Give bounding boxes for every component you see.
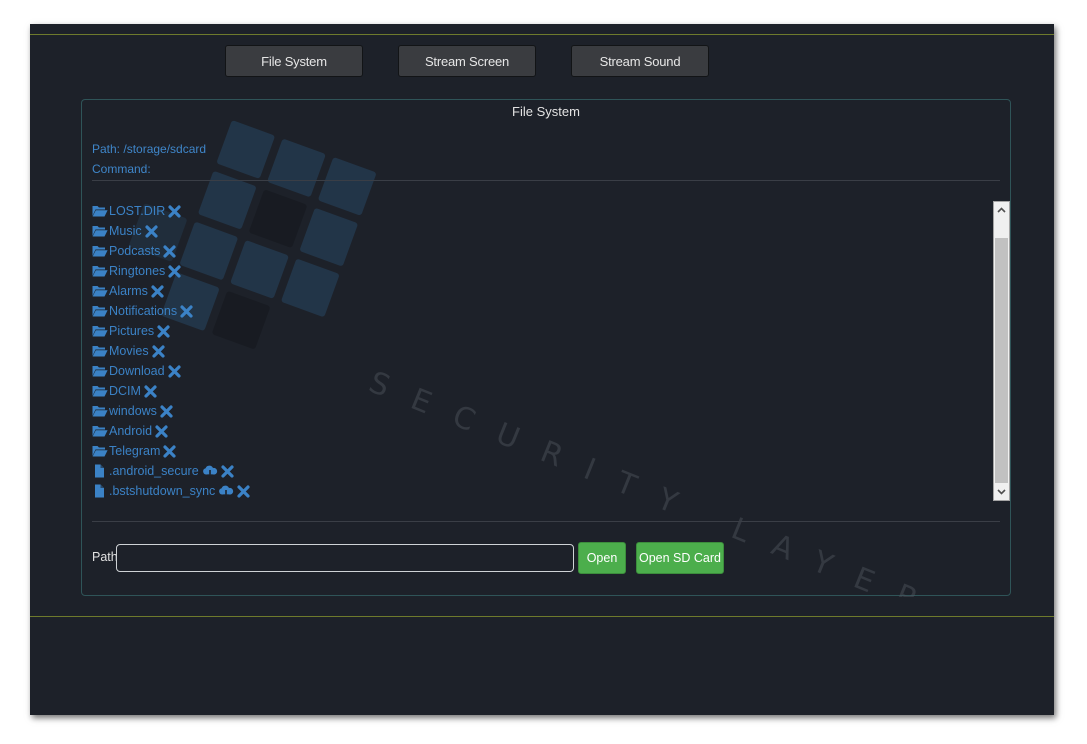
bottom-divider: [30, 616, 1054, 617]
file-name-link[interactable]: Telegram: [109, 444, 160, 458]
scroll-up-arrow[interactable]: [994, 202, 1009, 218]
app-window: File System Stream Screen Stream Sound S…: [30, 24, 1054, 715]
path-input[interactable]: [116, 544, 574, 572]
delete-x-icon[interactable]: [151, 284, 164, 298]
list-item[interactable]: .android_secure: [92, 461, 987, 481]
delete-x-icon[interactable]: [160, 404, 173, 418]
cloud-download-icon[interactable]: [202, 465, 218, 479]
open-button[interactable]: Open: [578, 542, 626, 574]
file-name-link[interactable]: Movies: [109, 344, 149, 358]
path-label: Path: [92, 550, 118, 564]
file-icon: [92, 484, 108, 498]
current-path: Path: /storage/sdcard: [92, 142, 207, 156]
delete-x-icon[interactable]: [163, 244, 177, 258]
command-line: Command:: [92, 162, 151, 176]
file-name-link[interactable]: Android: [109, 424, 152, 438]
folder-open-icon: [92, 204, 108, 218]
delete-x-icon[interactable]: [151, 344, 165, 358]
file-name-link[interactable]: Download: [109, 364, 165, 378]
list-item[interactable]: Pictures: [92, 321, 987, 341]
file-name-link[interactable]: Podcasts: [109, 244, 160, 258]
list-item[interactable]: Alarms: [92, 281, 987, 301]
list-item[interactable]: DCIM: [92, 381, 987, 401]
delete-x-icon[interactable]: [167, 364, 181, 378]
delete-x-icon[interactable]: [221, 464, 234, 478]
folder-open-icon: [92, 284, 108, 298]
file-name-link[interactable]: Notifications: [109, 304, 177, 318]
list-item[interactable]: Android: [92, 421, 987, 441]
open-sd-card-button[interactable]: Open SD Card: [636, 542, 724, 574]
list-item[interactable]: Ringtones: [92, 261, 987, 281]
list-item[interactable]: Download: [92, 361, 987, 381]
list-item[interactable]: windows: [92, 401, 987, 421]
file-name-link[interactable]: Pictures: [109, 324, 154, 338]
delete-x-icon[interactable]: [155, 424, 168, 438]
list-item[interactable]: Podcasts: [92, 241, 987, 261]
file-name-link[interactable]: DCIM: [109, 384, 141, 398]
stream-sound-button[interactable]: Stream Sound: [571, 45, 709, 77]
delete-x-icon[interactable]: [168, 264, 181, 278]
footer-divider: [92, 521, 1000, 522]
folder-open-icon: [92, 444, 108, 458]
delete-x-icon[interactable]: [144, 384, 157, 398]
scroll-down-arrow[interactable]: [994, 484, 1009, 500]
file-name-link[interactable]: .bstshutdown_sync: [109, 484, 215, 498]
list-item[interactable]: Movies: [92, 341, 987, 361]
list-item[interactable]: Music: [92, 221, 987, 241]
folder-open-icon: [92, 324, 108, 338]
delete-x-icon[interactable]: [163, 444, 177, 458]
folder-open-icon: [92, 224, 108, 238]
list-item[interactable]: Telegram: [92, 441, 987, 461]
cloud-download-icon[interactable]: [218, 485, 234, 499]
list-item[interactable]: Notifications: [92, 301, 987, 321]
delete-x-icon[interactable]: [145, 224, 158, 238]
file-name-link[interactable]: Alarms: [109, 284, 148, 298]
file-name-link[interactable]: Music: [109, 224, 142, 238]
folder-open-icon: [92, 404, 108, 418]
list-item[interactable]: .bstshutdown_sync: [92, 481, 987, 501]
scrollbar-thumb[interactable]: [995, 238, 1008, 483]
folder-open-icon: [92, 344, 108, 358]
folder-open-icon: [92, 384, 108, 398]
header-divider: [92, 180, 1000, 181]
delete-x-icon[interactable]: [180, 304, 193, 318]
chevron-down-icon: [997, 489, 1006, 495]
file-icon: [92, 464, 108, 478]
file-name-link[interactable]: LOST.DIR: [109, 204, 165, 218]
file-system-panel: SECURITY LAYER File System Path: /storag…: [81, 99, 1011, 597]
delete-x-icon[interactable]: [157, 324, 170, 338]
folder-open-icon: [92, 364, 108, 378]
file-name-link[interactable]: Ringtones: [109, 264, 165, 278]
file-name-link[interactable]: windows: [109, 404, 157, 418]
folder-open-icon: [92, 264, 108, 278]
file-list: LOST.DIR Music Podcasts Ringtones Alarms Noti…: [92, 201, 987, 501]
folder-open-icon: [92, 424, 108, 438]
folder-open-icon: [92, 304, 108, 318]
list-item[interactable]: LOST.DIR: [92, 201, 987, 221]
panel-title: File System: [512, 104, 580, 119]
top-divider: [30, 34, 1054, 35]
stream-screen-button[interactable]: Stream Screen: [398, 45, 536, 77]
delete-x-icon[interactable]: [168, 204, 181, 218]
delete-x-icon[interactable]: [237, 484, 250, 498]
chevron-up-icon: [997, 207, 1006, 213]
file-name-link[interactable]: .android_secure: [109, 464, 199, 478]
folder-open-icon: [92, 244, 108, 258]
file-list-scrollbar[interactable]: [993, 201, 1010, 501]
file-system-button[interactable]: File System: [225, 45, 363, 77]
